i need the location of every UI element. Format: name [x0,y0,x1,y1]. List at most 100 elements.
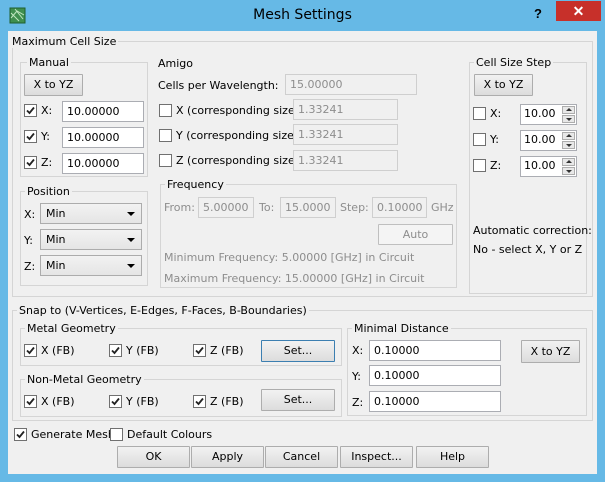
metal-z-checkbox[interactable] [193,344,206,357]
frequency-title: Frequency [165,178,226,191]
step-z-spinner[interactable]: 10.00 [520,156,577,177]
non-metal-x-label: X (FB) [41,395,75,408]
non-metal-y-label: Y (FB) [126,395,159,408]
spin-down-icon[interactable] [562,115,575,123]
chevron-down-icon [127,212,135,216]
freq-unit-label: GHz [431,201,454,214]
automatic-correction-title: Automatic correction: [473,224,592,237]
freq-from-input[interactable] [198,197,254,218]
minimal-y-input[interactable] [369,365,501,386]
non-metal-y-checkbox[interactable] [109,395,122,408]
checkmark-icon [195,346,204,355]
freq-step-input[interactable] [372,197,427,218]
amigo-x-label: X (corresponding size) [176,104,300,117]
manual-z-input[interactable] [62,153,144,174]
minimal-z-label: Z: [352,396,364,409]
amigo-y-input[interactable] [293,124,398,145]
non-metal-x-checkbox[interactable] [24,395,37,408]
manual-y-checkbox[interactable] [24,130,37,143]
manual-z-checkbox[interactable] [24,156,37,169]
spin-down-icon[interactable] [562,167,575,175]
title-bar[interactable]: Mesh Settings ? ✕ [0,0,605,31]
step-z-value: 10.00 [524,159,556,172]
max-cell-size-title: Maximum Cell Size [10,35,119,48]
help-icon[interactable]: ? [528,4,548,24]
max-frequency-text: Maximum Frequency: 15.00000 [GHz] in Cir… [164,272,425,285]
cell-size-step-group [469,62,587,294]
spin-up-icon[interactable] [562,106,575,114]
minimal-x-to-yz-button[interactable]: X to YZ [521,340,580,363]
amigo-x-checkbox[interactable] [159,104,172,117]
position-y-label: Y: [24,234,33,247]
mesh-settings-window: Mesh Settings ? ✕ Maximum Cell Size Manu… [0,0,605,482]
manual-x-checkbox[interactable] [24,104,37,117]
checkmark-icon [26,158,35,167]
metal-x-checkbox[interactable] [24,344,37,357]
minimal-x-input[interactable] [369,340,501,361]
amigo-y-checkbox[interactable] [159,129,172,142]
position-x-select[interactable]: Min [40,203,142,224]
spin-up-icon[interactable] [562,158,575,166]
metal-x-label: X (FB) [41,344,75,357]
non-metal-set-button[interactable]: Set... [261,389,335,411]
step-x-spinner[interactable]: 10.00 [520,104,577,125]
step-x-value: 10.00 [524,107,556,120]
spin-down-icon[interactable] [562,141,575,149]
close-icon[interactable]: ✕ [556,1,601,21]
amigo-y-label: Y (corresponding size) [176,129,299,142]
snap-to-title: Snap to (V-Vertices, E-Edges, F-Faces, B… [17,304,309,317]
freq-step-label: Step: [340,201,369,214]
apply-button[interactable]: Apply [191,446,264,468]
freq-to-input[interactable] [280,197,336,218]
manual-y-label: Y: [41,130,50,143]
ok-button[interactable]: OK [117,446,190,468]
amigo-z-input[interactable] [293,150,398,171]
manual-x-input[interactable] [62,101,144,122]
min-frequency-text: Minimum Frequency: 5.00000 [GHz] in Circ… [164,251,415,264]
position-title: Position [25,185,72,198]
amigo-z-checkbox[interactable] [159,154,172,167]
step-x-checkbox[interactable] [473,107,486,120]
checkmark-icon [16,430,25,439]
window-title: Mesh Settings [253,7,352,23]
minimal-z-input[interactable] [369,391,501,412]
minimal-y-label: Y: [352,370,361,383]
freq-to-label: To: [259,201,275,214]
amigo-title: Amigo [158,57,194,70]
amigo-z-label: Z (corresponding size) [176,154,300,167]
minimal-x-label: X: [352,344,364,357]
position-z-select[interactable]: Min [40,255,142,276]
spin-up-icon[interactable] [562,132,575,140]
step-y-checkbox[interactable] [473,133,486,146]
manual-y-input[interactable] [62,127,144,148]
default-colours-label: Default Colours [127,428,213,441]
step-x-to-yz-button[interactable]: X to YZ [474,74,533,96]
cancel-button[interactable]: Cancel [265,446,338,468]
step-z-checkbox[interactable] [473,159,486,172]
generate-mesh-checkbox[interactable] [14,428,27,441]
position-x-label: X: [24,208,36,221]
step-y-spinner[interactable]: 10.00 [520,130,577,151]
checkmark-icon [26,346,35,355]
default-colours-checkbox[interactable] [110,428,123,441]
metal-set-button[interactable]: Set... [261,340,335,362]
cells-per-wavelength-input[interactable] [285,74,417,95]
metal-geometry-title: Metal Geometry [25,322,118,335]
inspect-button[interactable]: Inspect... [340,446,413,468]
chevron-down-icon [127,264,135,268]
freq-from-label: From: [164,201,195,214]
amigo-x-input[interactable] [293,99,398,120]
help-button[interactable]: Help [416,446,489,468]
position-x-value: Min [46,207,66,220]
position-y-select[interactable]: Min [40,229,142,250]
cells-per-wavelength-label: Cells per Wavelength: [158,79,279,92]
chevron-down-icon [127,238,135,242]
checkmark-icon [26,397,35,406]
auto-button[interactable]: Auto [378,224,453,245]
dialog-body: Maximum Cell Size Manual X to YZ X: Y: Z… [8,31,597,474]
generate-mesh-label: Generate Mesh [31,428,115,441]
minimal-distance-title: Minimal Distance [352,322,451,335]
metal-y-checkbox[interactable] [109,344,122,357]
non-metal-z-checkbox[interactable] [193,395,206,408]
manual-x-to-yz-button[interactable]: X to YZ [24,74,83,96]
